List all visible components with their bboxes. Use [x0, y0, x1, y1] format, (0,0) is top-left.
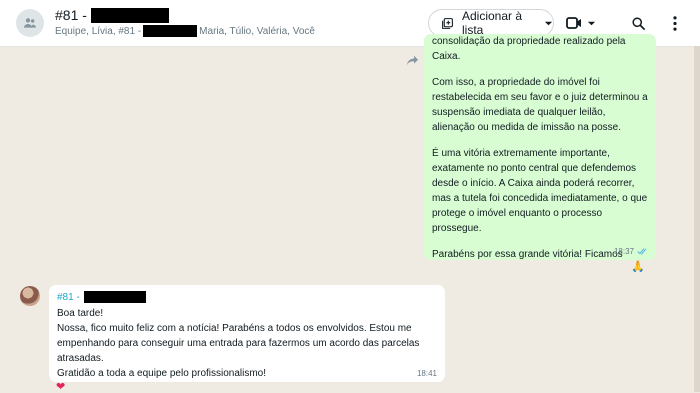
chat-title-text: #81 -	[55, 7, 87, 23]
redacted-name	[83, 291, 146, 303]
redacted-member	[143, 25, 198, 37]
message-line: Nossa, fico muito feliz com a notícia! P…	[57, 323, 412, 334]
members-text-start: Equipe, Lívia, #81 -	[55, 25, 142, 37]
message-meta: 18:37	[614, 247, 648, 256]
add-to-list-button[interactable]: Adicionar à lista	[428, 9, 554, 37]
message-time: 18:41	[416, 369, 437, 378]
message-paragraph: Com isso, a propriedade do imóvel foi re…	[432, 77, 648, 133]
members-text-end: Maria, Túlio, Valéria, Você	[199, 25, 315, 37]
chat-title[interactable]: #81 -	[55, 6, 169, 24]
outgoing-message[interactable]: consolidação da propriedade realizado pe…	[424, 34, 656, 260]
add-to-list-label: Adicionar à lista	[462, 9, 523, 37]
message-line: Boa tarde!	[57, 308, 104, 319]
scrollbar[interactable]	[694, 46, 700, 392]
sender-avatar[interactable]	[20, 286, 40, 306]
video-icon	[566, 17, 581, 29]
menu-button[interactable]	[665, 13, 685, 33]
double-check-icon	[637, 248, 647, 255]
message-paragraph: É uma vitória extremamente importante, e…	[432, 148, 648, 234]
incoming-message[interactable]: #81 - Boa tarde! Nossa, fico muito feliz…	[49, 285, 445, 382]
video-call-button[interactable]	[566, 13, 600, 33]
chevron-down-icon	[544, 19, 553, 28]
message-reaction[interactable]: 🙏	[629, 258, 647, 274]
message-line: empenhando para conseguir uma entrada pa…	[57, 338, 420, 349]
message-reaction[interactable]: ❤	[56, 380, 65, 393]
forward-button[interactable]	[402, 50, 422, 70]
message-time: 18:37	[613, 247, 634, 256]
message-text: Boa tarde! Nossa, fico muito feliz com a…	[57, 306, 437, 381]
message-paragraph: consolidação da propriedade realizado pe…	[432, 36, 626, 62]
menu-icon	[673, 15, 677, 31]
forward-icon	[406, 55, 418, 65]
group-icon	[24, 18, 36, 28]
search-button[interactable]	[628, 13, 648, 33]
sender-name-text: #81 -	[57, 291, 80, 303]
group-avatar[interactable]	[16, 9, 44, 37]
message-line: atrasadas.	[57, 353, 104, 364]
chat-members[interactable]: Equipe, Lívia, #81 - Maria, Túlio, Valér…	[55, 24, 315, 38]
add-list-icon	[441, 17, 454, 30]
redacted-name	[90, 7, 169, 23]
chevron-down-icon	[587, 21, 596, 25]
search-icon	[631, 16, 645, 30]
message-line: Gratidão a toda a equipe pelo profission…	[57, 368, 267, 379]
sender-name[interactable]: #81 -	[57, 290, 437, 304]
